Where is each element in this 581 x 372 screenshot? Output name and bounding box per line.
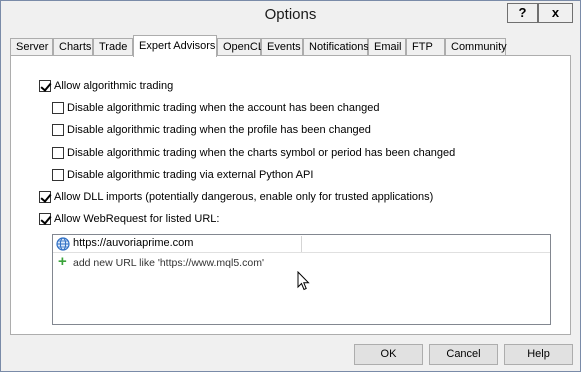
disable-python-checkbox[interactable] [52, 169, 64, 181]
ok-button[interactable]: OK [354, 344, 423, 365]
disable-symbol-checkbox[interactable] [52, 147, 64, 159]
disable-profile-option[interactable]: Disable algorithmic trading when the pro… [52, 123, 371, 137]
disable-account-checkbox[interactable] [52, 102, 64, 114]
title-bar: Options ? x [1, 1, 580, 29]
window-title: Options [264, 6, 317, 23]
tab-community[interactable]: Community [445, 38, 507, 56]
add-url-row[interactable]: + add new URL like 'https://www.mql5.com… [53, 254, 550, 272]
disable-profile-checkbox[interactable] [52, 124, 64, 136]
tab-expert-advisors[interactable]: Expert Advisors [133, 35, 217, 57]
help-button[interactable]: Help [504, 344, 573, 365]
disable-account-option[interactable]: Disable algorithmic trading when the acc… [52, 101, 379, 115]
disable-symbol-label: Disable algorithmic trading when the cha… [67, 147, 456, 159]
tab-events[interactable]: Events [261, 38, 303, 56]
url-list[interactable]: https://auvoriaprime.com + add new URL l… [52, 234, 551, 325]
column-divider [301, 236, 302, 252]
tab-ftp[interactable]: FTP [406, 38, 445, 56]
allow-webrequest-checkbox[interactable] [39, 213, 51, 225]
disable-profile-label: Disable algorithmic trading when the pro… [67, 124, 371, 136]
disable-python-option[interactable]: Disable algorithmic trading via external… [52, 168, 313, 182]
allow-webrequest-label: Allow WebRequest for listed URL: [54, 213, 220, 225]
url-text: https://auvoriaprime.com [73, 237, 194, 249]
tab-trade[interactable]: Trade [93, 38, 133, 56]
tab-server[interactable]: Server [10, 38, 53, 56]
tab-opencl[interactable]: OpenCL [217, 38, 264, 56]
allow-algo-trading-checkbox[interactable] [39, 80, 51, 92]
expert-advisors-panel: Allow algorithmic trading Disable algori… [10, 55, 571, 335]
allow-dll-checkbox[interactable] [39, 191, 51, 203]
tab-charts[interactable]: Charts [53, 38, 93, 56]
options-dialog: Options ? x Server Charts Trade Expert A… [0, 0, 581, 372]
allow-dll-label: Allow DLL imports (potentially dangerous… [54, 191, 434, 203]
plus-icon: + [58, 253, 67, 270]
disable-account-label: Disable algorithmic trading when the acc… [67, 102, 380, 114]
allow-algo-trading-label: Allow algorithmic trading [54, 80, 174, 92]
disable-python-label: Disable algorithmic trading via external… [67, 169, 314, 181]
help-title-button[interactable]: ? [507, 3, 538, 23]
url-list-item[interactable]: https://auvoriaprime.com [53, 235, 550, 253]
disable-symbol-option[interactable]: Disable algorithmic trading when the cha… [52, 146, 455, 160]
globe-icon [56, 237, 70, 251]
tab-email[interactable]: Email [368, 38, 406, 56]
allow-webrequest-option[interactable]: Allow WebRequest for listed URL: [39, 212, 219, 226]
cancel-button[interactable]: Cancel [429, 344, 498, 365]
add-url-placeholder: add new URL like 'https://www.mql5.com' [73, 257, 264, 269]
tab-notifications[interactable]: Notifications [303, 38, 369, 56]
allow-algo-trading-option[interactable]: Allow algorithmic trading [39, 79, 173, 93]
mouse-pointer-icon [297, 271, 310, 291]
allow-dll-option[interactable]: Allow DLL imports (potentially dangerous… [39, 190, 433, 204]
close-button[interactable]: x [538, 3, 573, 23]
